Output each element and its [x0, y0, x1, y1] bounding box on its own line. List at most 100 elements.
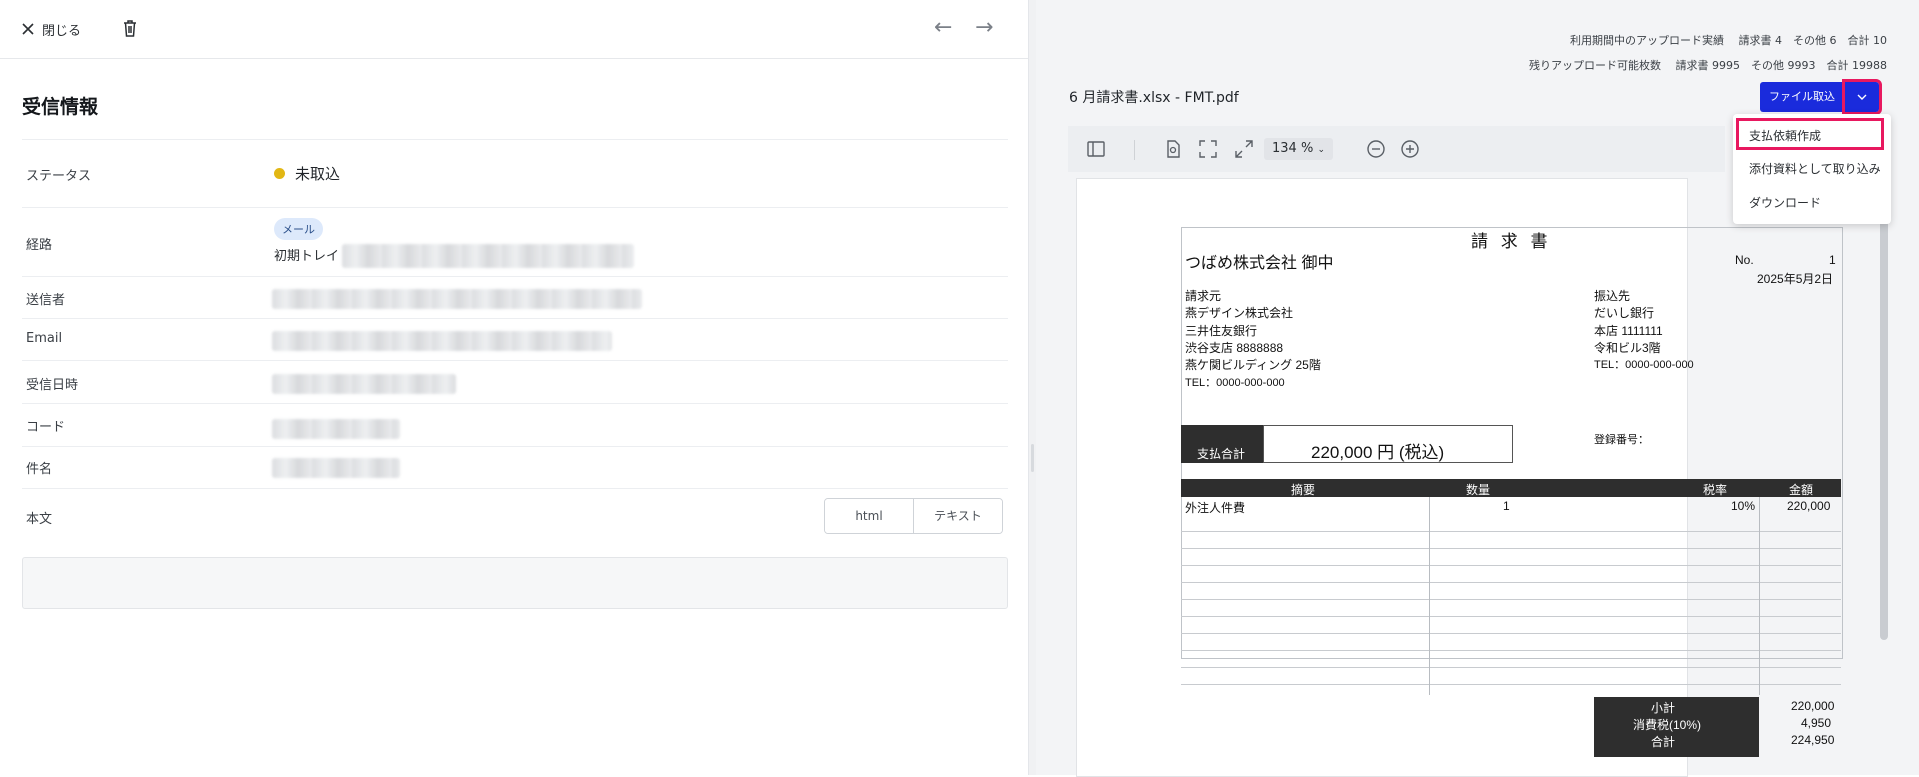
- detail-panel: 閉じる ← → 受信情報 ステータス 未取込 経路 メール 初期トレイ 送信者 …: [0, 0, 1028, 775]
- item-tax-rate: 10%: [1731, 499, 1756, 513]
- divider: [22, 488, 1008, 489]
- total-label: 支払合計: [1197, 447, 1246, 461]
- prev-arrow-icon[interactable]: ←: [934, 15, 952, 40]
- zoom-select[interactable]: 134 % ⌄: [1264, 138, 1333, 160]
- preview-panel: 利用期間中のアップロード実績 請求書 4 その他 6 合計 10 残りアップロー…: [1036, 0, 1919, 777]
- redacted-route: [342, 244, 634, 268]
- zoom-out-icon[interactable]: [1366, 139, 1386, 159]
- detail-toolbar: 閉じる ← →: [0, 0, 1028, 59]
- tax-label: 消費税(10%): [1633, 718, 1702, 732]
- pdf-toolbar: 134 % ⌄: [1068, 126, 1725, 172]
- divider: [22, 139, 1008, 140]
- subject-label: 件名: [26, 462, 53, 477]
- toolbar-separator: [1134, 140, 1135, 160]
- status-value: 未取込: [295, 165, 341, 183]
- status-dot-icon: [274, 168, 285, 179]
- redacted-sender: [272, 289, 642, 309]
- registration-label: 登録番号：: [1594, 434, 1649, 446]
- pdf-page: 請 求 書 つばめ株式会社 御中 No. 1 2025年5月2日 請求元 燕デザ…: [1076, 178, 1843, 777]
- item-description: 外注人件費: [1185, 501, 1246, 515]
- tab-text[interactable]: テキスト: [913, 499, 1002, 533]
- subtotal-label: 小計: [1651, 701, 1676, 715]
- menu-item-payment-request[interactable]: 支払依頼作成: [1749, 127, 1821, 144]
- invoice-no-value: 1: [1829, 253, 1836, 267]
- upload-remaining: 残りアップロード可能枚数 請求書 9995 その他 9993 合計 19988: [1529, 59, 1887, 72]
- total-value: 220,000 円 (税込): [1311, 443, 1445, 462]
- chevron-down-icon: [1857, 94, 1867, 100]
- billing-from-line: 燕デザイン株式会社: [1185, 306, 1294, 320]
- billing-from-line: 渋谷支店 8888888: [1185, 341, 1284, 355]
- subtotal-value: 220,000: [1791, 699, 1835, 713]
- sender-label: 送信者: [26, 293, 66, 308]
- status-badge: 未取込: [274, 163, 340, 184]
- sidebar-toggle-icon[interactable]: [1086, 139, 1106, 159]
- code-label: コード: [26, 420, 66, 435]
- route-chip: メール: [274, 218, 323, 240]
- billing-from-line: TEL：0000-000-000: [1185, 377, 1285, 389]
- divider: [22, 318, 1008, 319]
- close-icon: [22, 23, 34, 35]
- close-button[interactable]: 閉じる: [22, 17, 81, 41]
- file-name: 6 月請求書.xlsx - FMT.pdf: [1069, 90, 1239, 106]
- file-import-button[interactable]: ファイル取込: [1760, 82, 1844, 112]
- payee-line: 令和ビル3階: [1594, 341, 1661, 355]
- column-line: [1759, 497, 1760, 695]
- sum-value: 224,950: [1791, 733, 1835, 747]
- column-header: 金額: [1789, 483, 1814, 497]
- item-rows: [1181, 515, 1841, 695]
- next-arrow-icon[interactable]: →: [975, 15, 993, 40]
- column-header: 数量: [1466, 483, 1491, 497]
- billing-from-line: 燕ケ関ビルディング 25階: [1185, 358, 1321, 372]
- route-value: 初期トレイ: [274, 249, 340, 264]
- menu-item-download[interactable]: ダウンロード: [1749, 194, 1821, 211]
- payee-label: 振込先: [1594, 289, 1631, 303]
- column-line: [1429, 497, 1430, 695]
- billing-from-line: 三井住友銀行: [1185, 324, 1258, 338]
- email-label: Email: [26, 331, 63, 346]
- column-header: 摘要: [1291, 483, 1316, 497]
- redacted-code: [272, 419, 400, 439]
- received-label: 受信日時: [26, 378, 79, 393]
- trash-icon[interactable]: [119, 17, 141, 39]
- pdf-scrollbar[interactable]: [1880, 178, 1888, 640]
- redacted-received: [272, 374, 456, 394]
- status-label: ステータス: [26, 169, 92, 184]
- menu-item-attach[interactable]: 添付資料として取り込み: [1749, 160, 1881, 177]
- payee-line: TEL：0000-000-000: [1594, 359, 1694, 371]
- invoice-date: 2025年5月2日: [1757, 272, 1834, 286]
- redacted-subject: [272, 458, 400, 478]
- invoice-addressee: つばめ株式会社 御中: [1185, 255, 1334, 272]
- fit-page-icon[interactable]: [1198, 139, 1218, 159]
- divider: [22, 207, 1008, 208]
- items-header: [1181, 479, 1841, 497]
- resize-grip-icon[interactable]: [1031, 444, 1034, 472]
- item-quantity: 1: [1503, 499, 1510, 513]
- billing-from-label: 請求元: [1185, 289, 1222, 303]
- tax-value: 4,950: [1801, 716, 1832, 730]
- route-label: 経路: [26, 238, 53, 253]
- zoom-in-icon[interactable]: [1400, 139, 1420, 159]
- column-header: 税率: [1703, 483, 1728, 497]
- zoom-value: 134 %: [1272, 141, 1314, 156]
- payee-line: だいし銀行: [1594, 306, 1655, 320]
- payee-line: 本店 1111111: [1594, 324, 1663, 338]
- page-search-icon[interactable]: [1163, 139, 1183, 159]
- import-options-menu: 支払依頼作成 添付資料として取り込み ダウンロード: [1733, 114, 1891, 224]
- sum-label: 合計: [1651, 735, 1676, 749]
- expand-icon[interactable]: [1234, 139, 1254, 159]
- body-content: [22, 557, 1008, 609]
- section-title: 受信情報: [22, 96, 99, 118]
- divider: [22, 276, 1008, 277]
- body-label: 本文: [26, 512, 53, 527]
- import-options-button[interactable]: [1842, 79, 1882, 115]
- item-amount: 220,000: [1787, 499, 1831, 513]
- invoice-no-label: No.: [1735, 253, 1754, 267]
- close-label: 閉じる: [42, 23, 82, 39]
- invoice-heading: 請 求 書: [1471, 232, 1552, 251]
- tab-html[interactable]: html: [825, 499, 913, 533]
- divider: [22, 446, 1008, 447]
- divider: [22, 360, 1008, 361]
- upload-record: 利用期間中のアップロード実績 請求書 4 その他 6 合計 10: [1570, 34, 1887, 47]
- redacted-email: [272, 331, 612, 351]
- body-format-toggle: html テキスト: [824, 498, 1003, 534]
